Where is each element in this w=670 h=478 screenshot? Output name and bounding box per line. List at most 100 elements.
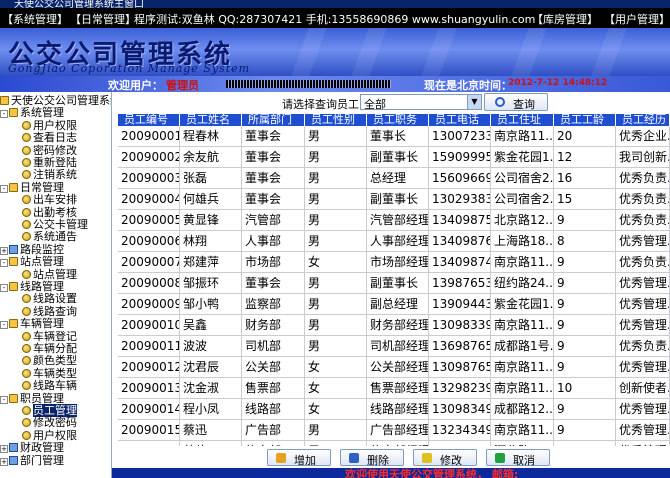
table-row[interactable]: 20090013沈金淑售票部女售票部经理13298239...南京路11...1… <box>118 378 670 399</box>
table-cell: 沈君辰 <box>180 357 242 378</box>
tree-node[interactable]: 车辆类型 <box>22 367 77 380</box>
column-header[interactable]: 员工职务 <box>367 114 429 126</box>
table-row[interactable]: 20090012沈君辰公关部女公关部经理13098765...南京路11...9… <box>118 357 670 378</box>
user-icon <box>22 344 31 353</box>
table-cell: 9 <box>554 399 616 420</box>
tree-node-label: 公交卡管理 <box>33 218 88 231</box>
collapse-icon[interactable]: - <box>0 321 8 330</box>
table-cell: 线路部 <box>242 399 305 420</box>
cancel-button[interactable]: 取消 <box>486 449 550 467</box>
table-row[interactable]: 20090008邹振环董事会男副董事长13987653...纽约路24...9优… <box>118 273 670 294</box>
collapse-icon[interactable]: - <box>0 259 8 268</box>
table-cell: 优秀企业... <box>616 126 670 147</box>
table-row[interactable]: 20090005黄显锋汽管部男汽管部经理13409875...北京路12...9… <box>118 210 670 231</box>
tree-node[interactable]: 线路车辆 <box>22 379 77 392</box>
tree-node[interactable]: 站点管理 <box>22 268 77 281</box>
tree-node[interactable]: 注销系统 <box>22 168 77 181</box>
collapse-icon[interactable]: - <box>0 395 8 404</box>
tree-node[interactable]: 线路设置 <box>22 292 77 305</box>
tree-node-label: 路段监控 <box>20 242 64 256</box>
table-cell: 优秀管理... <box>616 273 670 294</box>
modify-button[interactable]: 修改 <box>413 449 477 467</box>
expand-icon[interactable]: + <box>0 246 8 255</box>
column-header[interactable]: 员工住址 <box>491 114 554 126</box>
tree-node[interactable]: 用户权限 <box>22 429 77 442</box>
table-row[interactable]: 20090007郑建萍市场部女市场部经理13409874...南京路11...9… <box>118 252 670 273</box>
table-row[interactable]: 20090014程小凤线路部女线路部经理13098349...成都路12...9… <box>118 399 670 420</box>
table-row[interactable]: 20090009邹小鸭监察部男副总经理13909443...紫金花园1...9优… <box>118 294 670 315</box>
user-icon <box>22 133 31 143</box>
tree-node[interactable]: 系统通告 <box>22 230 77 243</box>
scrolling-notice-text: 欢迎使用天使公交管理系统， 邮箱: <box>345 468 519 478</box>
collapse-icon[interactable]: - <box>0 284 8 292</box>
employee-select[interactable]: 全部 ▼ <box>360 94 482 111</box>
column-header[interactable]: 员工编号 <box>118 114 180 126</box>
tree-node[interactable]: 用户权限 <box>22 119 77 132</box>
tree-node[interactable]: 修改密码 <box>22 416 77 429</box>
tree-node[interactable]: 线路查询 <box>22 305 77 318</box>
tree-node[interactable]: - 职员管理 <box>0 392 64 405</box>
column-header[interactable]: 员工姓名 <box>180 114 242 126</box>
tree-node[interactable]: - 车辆管理 <box>0 317 64 330</box>
table-row[interactable]: 20090006林翔人事部男人事部经理13409876...上海路18...8优… <box>118 231 670 252</box>
tree-node-label: 查看日志 <box>33 131 77 145</box>
table-cell: 纽约路24... <box>491 273 554 294</box>
user-icon <box>22 306 31 316</box>
window-title: 天使公交公司管理系统主窗口 <box>14 0 144 8</box>
column-header[interactable]: 所属部门 <box>242 114 305 126</box>
query-button[interactable]: 查询 <box>484 93 548 111</box>
column-header[interactable]: 员工电话 <box>429 114 491 126</box>
add-button[interactable]: 增加 <box>267 449 331 467</box>
delete-button[interactable]: 删除 <box>340 449 404 467</box>
table-cell: 司机部经理 <box>367 336 429 357</box>
tree-node[interactable]: - 站点管理 <box>0 255 64 268</box>
tree-node[interactable]: + 路段监控 <box>0 243 64 256</box>
tree-node[interactable]: 车辆登记 <box>22 330 77 343</box>
column-header[interactable]: 员工工龄 <box>554 114 616 126</box>
tree-node[interactable]: 出勤考核 <box>22 206 77 219</box>
collapse-icon[interactable]: - <box>0 110 8 119</box>
tree-node[interactable]: 出车安排 <box>22 193 77 206</box>
expand-icon[interactable]: + <box>0 457 8 466</box>
tree-node[interactable]: - 系统管理 <box>0 106 64 119</box>
table-cell: 20090003 <box>118 168 180 189</box>
column-header[interactable]: 员工经历 <box>616 114 670 126</box>
table-row[interactable]: 20090011波波司机部男司机部经理13698765...成都路1号...9优… <box>118 336 670 357</box>
table-cell: 20090013 <box>118 378 180 399</box>
menu-item-users[interactable]: 【用户管理】 <box>604 11 670 27</box>
computer-icon <box>9 455 18 465</box>
table-cell: 人事部经理 <box>367 231 429 252</box>
menu-item-system[interactable]: 【系统管理】 <box>2 11 68 27</box>
table-cell: 紫金花园1... <box>491 294 554 315</box>
tree-node[interactable]: 颜色类型 <box>22 354 77 367</box>
table-row[interactable]: 20090003张磊董事会男总经理15609669...公司宿舍2...16优秀… <box>118 168 670 189</box>
table-cell: 13987653... <box>429 273 491 294</box>
table-row[interactable]: 20090015蔡迅广告部男广告部经理13234349...南京路11...9优… <box>118 420 670 441</box>
menu-item-warehouse[interactable]: 【库房管理】 <box>532 11 598 27</box>
tree-node[interactable]: 公交卡管理 <box>22 218 88 231</box>
tree-node[interactable]: - 日常管理 <box>0 181 64 194</box>
table-cell: 黄显锋 <box>180 210 242 231</box>
tree-node[interactable]: 查看日志 <box>22 131 77 144</box>
query-button-label: 查询 <box>513 98 535 111</box>
table-cell: 13234349... <box>429 420 491 441</box>
table-cell: 财务部 <box>242 315 305 336</box>
column-header[interactable]: 员工性别 <box>305 114 367 126</box>
tree-node[interactable]: 密码修改 <box>22 144 77 157</box>
tree-node[interactable]: + 部门管理 <box>0 454 64 467</box>
table-row[interactable]: 20090001程春林董事会男董事长13007233...南京路11...20优… <box>118 126 670 147</box>
menu-item-daily[interactable]: 【日常管理】 <box>70 11 136 27</box>
table-cell: 20090014 <box>118 399 180 420</box>
collapse-icon[interactable]: - <box>0 184 8 193</box>
expand-icon[interactable]: + <box>0 445 8 454</box>
table-cell: 9 <box>554 273 616 294</box>
table-cell: 男 <box>305 315 367 336</box>
table-row[interactable]: 20090002余友航董事会男副董事长15909995...紫金花园1...12… <box>118 147 670 168</box>
table-row[interactable]: 20090004何雄兵董事会男副董事长13029383...公司宿舍2...15… <box>118 189 670 210</box>
table-cell: 20090008 <box>118 273 180 294</box>
table-cell: 何雄兵 <box>180 189 242 210</box>
table-row[interactable]: 20090010吴鑫财务部男财务部经理13098339...南京路11...9优… <box>118 315 670 336</box>
tree-node[interactable]: + 财政管理 <box>0 441 64 454</box>
chevron-down-icon[interactable]: ▼ <box>467 95 481 109</box>
table-cell: 创新使者... <box>616 378 670 399</box>
